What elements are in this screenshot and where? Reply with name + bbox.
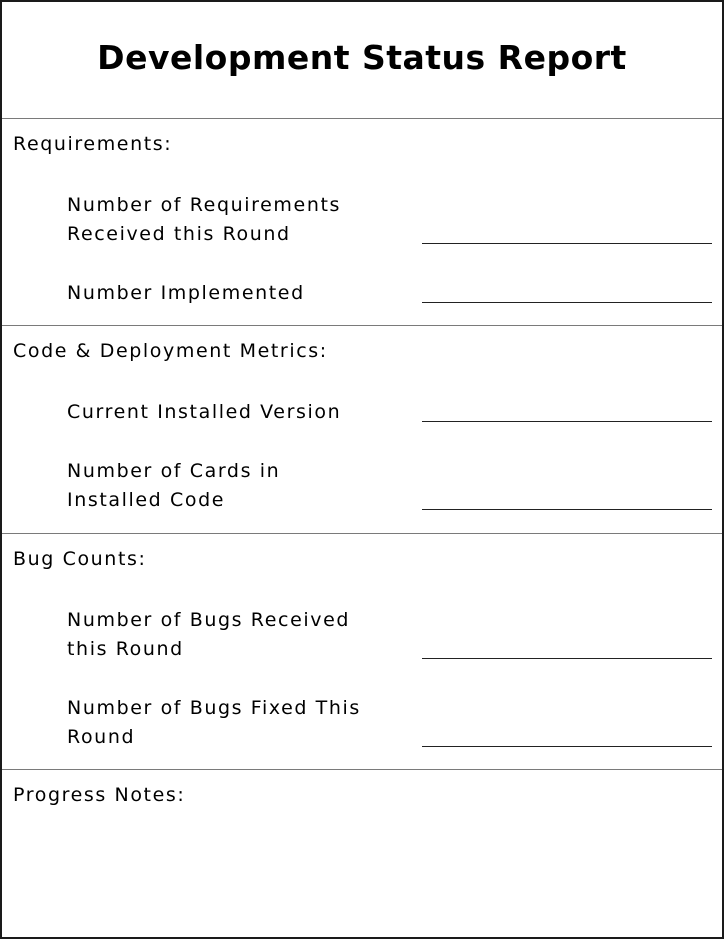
section-heading: Code & Deployment Metrics: (13, 340, 328, 362)
section-heading: Progress Notes: (13, 784, 186, 806)
field-label: Current Installed Version (67, 401, 342, 423)
page-title: Development Status Report (97, 37, 627, 77)
bugs-received-entry-line[interactable] (422, 658, 712, 659)
section-progress-notes[interactable]: Progress Notes: (2, 770, 722, 936)
section-heading: Bug Counts: (13, 548, 147, 570)
bugs-fixed-entry-line[interactable] (422, 746, 712, 747)
section-bug-counts: Bug Counts: Number of Bugs Received this… (2, 534, 722, 770)
field-label: Number of Bugs Fixed This Round (67, 697, 361, 748)
section-code-deployment-metrics: Code & Deployment Metrics: Current Insta… (2, 326, 722, 534)
section-heading: Requirements: (13, 133, 173, 155)
field-label: Number of Cards in Installed Code (67, 460, 281, 511)
field-label: Number of Bugs Received this Round (67, 609, 351, 660)
field-label: Number Implemented (67, 282, 305, 304)
requirements-received-entry-line[interactable] (422, 243, 712, 244)
field-label: Number of Requirements Received this Rou… (67, 194, 342, 245)
cards-installed-entry-line[interactable] (422, 509, 712, 510)
installed-version-entry-line[interactable] (422, 421, 712, 422)
status-report-form: Development Status Report Requirements: … (0, 0, 724, 939)
title-block: Development Status Report (2, 2, 722, 119)
section-requirements: Requirements: Number of Requirements Rec… (2, 119, 722, 326)
number-implemented-entry-line[interactable] (422, 302, 712, 303)
